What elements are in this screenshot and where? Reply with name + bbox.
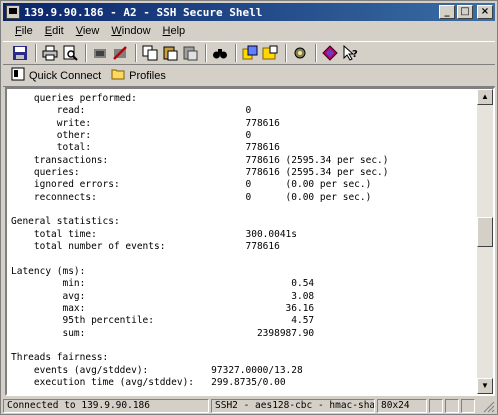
maximize-button[interactable]: □ <box>457 5 473 19</box>
terminal-line: queries performed: <box>11 93 137 104</box>
menu-bar: File Edit View Window Help <box>3 22 495 40</box>
print-icon[interactable] <box>41 44 59 62</box>
new-file-transfer-icon[interactable] <box>261 44 279 62</box>
status-indicator-1 <box>429 399 443 413</box>
terminal-size: 80x24 <box>377 399 427 413</box>
menu-file-label: ile <box>21 25 33 37</box>
terminal-line: sum: 2398987.90 <box>11 327 315 339</box>
menu-view[interactable]: View <box>70 25 106 37</box>
terminal-frame: queries performed: read: 0 write: 778616… <box>5 87 495 396</box>
folder-icon <box>111 68 125 83</box>
terminal-output[interactable]: queries performed: read: 0 write: 778616… <box>7 89 479 394</box>
terminal-line: min: 0.54 <box>11 278 315 290</box>
terminal-line: transactions: 778616 (2595.34 per sec.) <box>11 154 389 166</box>
toolbar-separator <box>285 44 287 62</box>
terminal-line: Threads fairness: <box>11 352 109 364</box>
toolbar-separator <box>35 44 37 62</box>
sftp-icon[interactable] <box>241 44 259 62</box>
terminal-line: other: 0 <box>11 130 252 142</box>
scroll-up-button[interactable]: ▲ <box>477 89 493 105</box>
terminal-line: reconnects: 0 (0.00 per sec.) <box>11 191 372 203</box>
menu-edit-accel: E <box>44 25 53 37</box>
status-indicator-3 <box>461 399 475 413</box>
ssh-window: 139.9.90.186 - A2 - SSH Secure Shell _ □… <box>0 0 498 415</box>
menu-window-label: indow <box>121 25 151 37</box>
terminal-line: avg: 3.08 <box>11 290 315 302</box>
minimize-button[interactable]: _ <box>439 5 455 19</box>
scroll-thumb[interactable] <box>477 217 493 247</box>
whats-this-icon[interactable]: ? <box>341 44 359 62</box>
window-controls: _ □ × <box>439 5 493 19</box>
status-bar: Connected to 139.9.90.186 SSH2 - aes128-… <box>3 398 495 414</box>
vertical-scrollbar[interactable]: ▲ ▼ <box>477 89 493 394</box>
terminal-line: queries: 778616 (2595.34 per sec.) <box>11 167 389 179</box>
save-icon[interactable] <box>11 44 29 62</box>
menu-help[interactable]: Help <box>157 25 192 37</box>
find-icon[interactable] <box>211 44 229 62</box>
terminal-line: 95th percentile: 4.57 <box>11 315 315 327</box>
connect-icon[interactable] <box>91 44 109 62</box>
profiles-label: Profiles <box>129 69 166 82</box>
status-indicator-2 <box>445 399 459 413</box>
paste-alt-icon[interactable] <box>181 44 199 62</box>
menu-file[interactable]: File <box>9 25 39 37</box>
resize-grip[interactable] <box>481 399 495 413</box>
close-button[interactable]: × <box>477 5 493 19</box>
terminal-line: total number of events: 778616 <box>11 241 280 253</box>
toolbar-separator <box>85 44 87 62</box>
print-preview-icon[interactable] <box>61 44 79 62</box>
toolbar: ? <box>3 41 495 65</box>
connection-status: Connected to 139.9.90.186 <box>3 399 209 413</box>
toolbar-separator <box>135 44 137 62</box>
paste-icon[interactable] <box>161 44 179 62</box>
quick-connect-bar: Quick Connect Profiles <box>3 65 495 87</box>
quick-connect-button[interactable]: Quick Connect <box>11 67 101 84</box>
terminal-line: Latency (ms): <box>11 265 86 277</box>
menu-help-label: elp <box>170 25 186 37</box>
terminal-line: General statistics: <box>11 216 120 228</box>
quick-connect-label: Quick Connect <box>29 69 102 82</box>
menu-window[interactable]: Window <box>105 25 156 37</box>
terminal-line: execution time (avg/stddev): 299.8735/0.… <box>11 376 286 388</box>
terminal-line: total time: 300.0041s <box>11 228 297 240</box>
toolbar-separator <box>315 44 317 62</box>
terminal-line: ignored errors: 0 (0.00 per sec.) <box>11 179 372 191</box>
menu-view-label: iew <box>82 25 100 37</box>
menu-file-accel: F <box>15 25 22 37</box>
menu-edit-label: dit <box>52 25 64 37</box>
menu-edit[interactable]: Edit <box>39 25 70 37</box>
menu-view-accel: V <box>75 25 83 37</box>
terminal-line: max: 36.16 <box>11 302 315 314</box>
quick-connect-icon <box>11 67 25 84</box>
disconnect-icon[interactable] <box>111 44 129 62</box>
terminal-app-icon[interactable] <box>6 5 20 19</box>
help-book-icon[interactable] <box>321 44 339 62</box>
window-title: 139.9.90.186 - A2 - SSH Secure Shell <box>24 5 263 19</box>
toolbar-separator <box>205 44 207 62</box>
profiles-button[interactable]: Profiles <box>111 68 166 83</box>
terminal-line: write: 778616 <box>11 117 280 129</box>
terminal-line: total: 778616 <box>11 142 280 154</box>
copy-icon[interactable] <box>141 44 159 62</box>
settings-icon[interactable] <box>291 44 309 62</box>
scroll-down-button[interactable]: ▼ <box>477 378 493 394</box>
menu-window-accel: W <box>111 25 122 37</box>
title-bar[interactable]: 139.9.90.186 - A2 - SSH Secure Shell _ □… <box>3 3 495 21</box>
terminal-line: events (avg/stddev): 97327.0000/13.28 <box>11 364 303 376</box>
cipher-status: SSH2 - aes128-cbc - hmac-sha1 - <box>211 399 375 413</box>
svg-text:?: ? <box>352 49 358 60</box>
toolbar-separator <box>235 44 237 62</box>
terminal-line: read: 0 <box>11 105 252 117</box>
